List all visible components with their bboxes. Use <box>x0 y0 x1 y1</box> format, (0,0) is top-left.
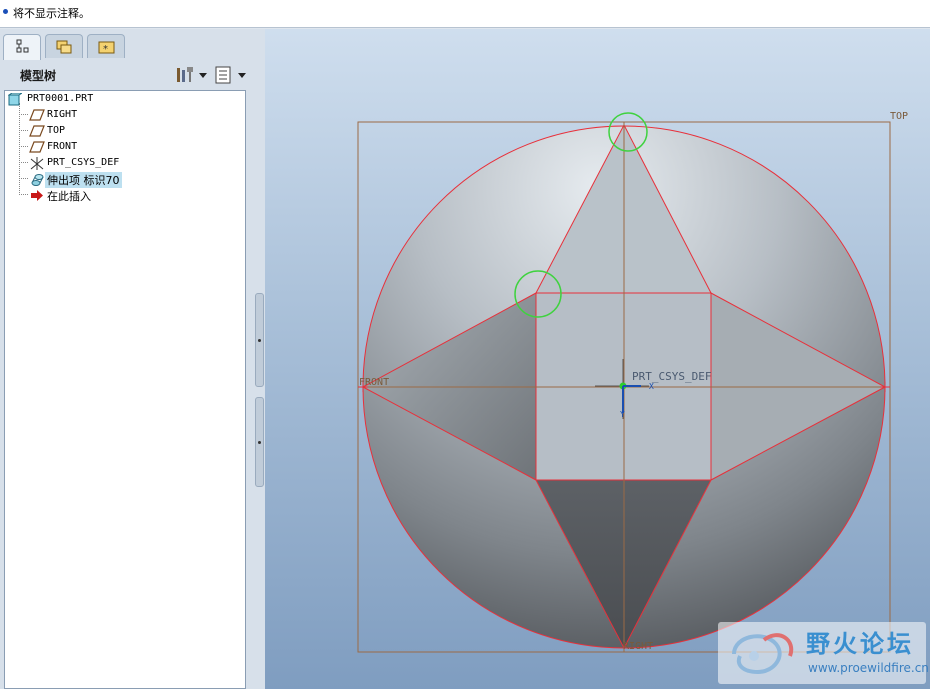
tree-settings-icon <box>177 67 193 82</box>
tree-settings-button[interactable] <box>175 64 207 86</box>
chevron-down-icon <box>238 73 246 78</box>
pane-splitter-handle[interactable] <box>255 397 264 487</box>
favorites-icon: * <box>98 41 115 55</box>
tree-item-csys[interactable]: PRT_CSYS_DEF <box>5 156 245 172</box>
axis-label-y: Y <box>620 410 625 419</box>
message-text: 将不显示注释。 <box>13 7 90 20</box>
model-tree-title: 模型树 <box>20 69 57 83</box>
forum-logo-icon <box>732 633 794 675</box>
grip-icon <box>258 441 261 444</box>
svg-text:*: * <box>103 44 108 55</box>
message-bullet-icon <box>3 9 8 14</box>
show-columns-button[interactable] <box>214 64 246 86</box>
datum-label-right: RIGHT <box>623 641 654 652</box>
graphics-viewport[interactable]: TOP FRONT RIGHT PRT_CSYS_DEF X Y <box>265 29 930 689</box>
watermark-title: 野火论坛 <box>806 630 914 658</box>
model-tree-header: 模型树 <box>0 59 255 89</box>
datum-plane-icon <box>29 109 45 121</box>
tree-item-top[interactable]: TOP <box>5 124 245 140</box>
protrusion-icon <box>31 174 44 186</box>
navigator-pane: * 模型树 PRT0001.PRT RIGHT TOP FRONT PRT_CS… <box>0 29 265 689</box>
tree-item-part[interactable]: PRT0001.PRT <box>5 92 245 108</box>
datum-label-front: FRONT <box>359 377 390 388</box>
tree-item-insert-here[interactable]: 在此插入 <box>5 188 245 204</box>
show-columns-icon <box>215 66 231 84</box>
part-icon <box>8 93 22 106</box>
tree-item-label: 伸出项 标识70 <box>45 172 122 188</box>
grip-icon <box>258 339 261 342</box>
tab-favorites[interactable]: * <box>87 34 125 58</box>
tree-item-label: PRT_CSYS_DEF <box>47 157 120 168</box>
tree-item-label: RIGHT <box>47 109 78 120</box>
tab-folder-browser[interactable] <box>45 34 83 58</box>
folder-browser-icon <box>56 40 72 54</box>
model-view[interactable] <box>265 29 930 689</box>
csys-icon <box>30 157 44 170</box>
datum-plane-icon <box>29 141 45 153</box>
tree-item-protrusion[interactable]: 伸出项 标识70 <box>5 172 245 188</box>
insert-here-icon <box>31 190 43 201</box>
tree-item-label: PRT0001.PRT <box>27 93 94 104</box>
tree-item-front[interactable]: FRONT <box>5 140 245 156</box>
chevron-down-icon <box>199 73 207 78</box>
csys-label: PRT_CSYS_DEF <box>632 370 712 383</box>
model-tree[interactable]: PRT0001.PRT RIGHT TOP FRONT PRT_CSYS_DEF… <box>4 90 246 689</box>
tab-model-tree[interactable] <box>3 34 41 60</box>
watermark: 野火论坛 www.proewildfire.cn <box>718 622 929 684</box>
tree-item-label: FRONT <box>47 141 78 152</box>
tree-item-label: TOP <box>47 125 66 136</box>
tree-item-label: 在此插入 <box>47 190 91 203</box>
datum-plane-icon <box>29 125 45 137</box>
datum-label-top: TOP <box>890 111 909 122</box>
axis-label-x: X <box>649 382 654 391</box>
tree-item-right[interactable]: RIGHT <box>5 108 245 124</box>
watermark-url: www.proewildfire.cn <box>808 661 929 675</box>
message-bar: 将不显示注释。 <box>0 0 930 28</box>
pane-splitter-handle[interactable] <box>255 293 264 387</box>
model-tree-icon <box>16 39 29 53</box>
